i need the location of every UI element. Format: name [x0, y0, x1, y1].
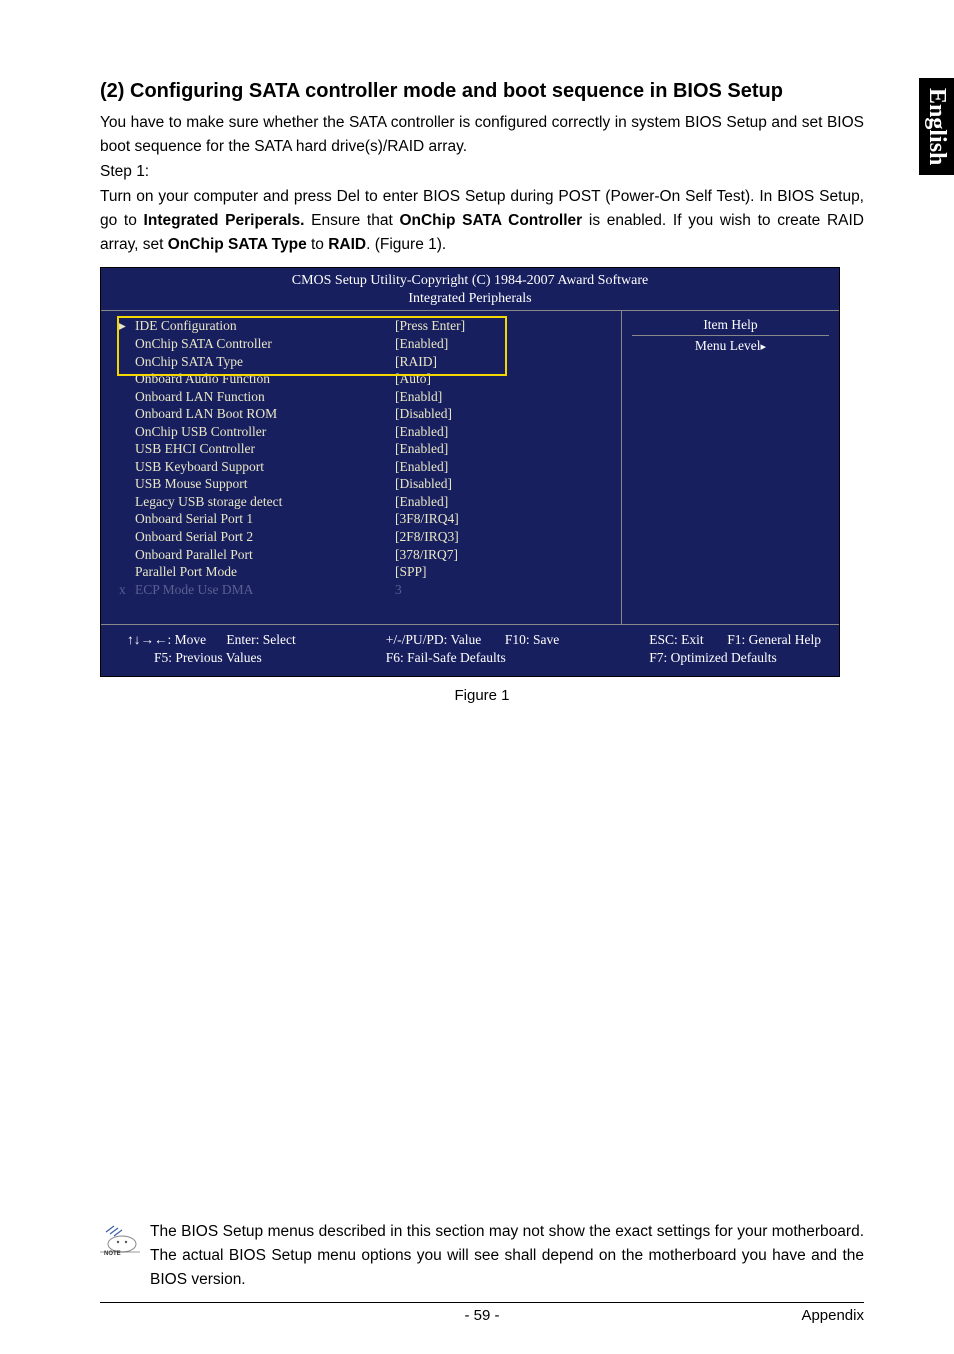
- row-value: [RAID]: [395, 353, 609, 371]
- bios-row: Onboard Parallel Port[378/IRQ7]: [119, 546, 609, 564]
- figure-1-label: Figure 1: [100, 687, 864, 704]
- row-label: Onboard Parallel Port: [135, 546, 395, 564]
- bios-row: Legacy USB storage detect[Enabled]: [119, 493, 609, 511]
- row-marker: ▸: [119, 317, 135, 335]
- text: to: [307, 236, 329, 253]
- row-marker: [119, 528, 135, 546]
- row-value: [Enabled]: [395, 423, 609, 441]
- bios-row: xECP Mode Use DMA3: [119, 581, 609, 599]
- bios-row: OnChip USB Controller[Enabled]: [119, 423, 609, 441]
- row-value: [Enabled]: [395, 493, 609, 511]
- page-footer: - 59 - Appendix: [100, 1302, 864, 1324]
- bios-row: Onboard LAN Boot ROM[Disabled]: [119, 405, 609, 423]
- row-marker: [119, 458, 135, 476]
- step-1-label: Step 1:: [100, 163, 864, 181]
- bios-title-bar: CMOS Setup Utility-Copyright (C) 1984-20…: [101, 268, 839, 311]
- row-marker: [119, 423, 135, 441]
- row-value: [Enabled]: [395, 440, 609, 458]
- row-label: OnChip SATA Controller: [135, 335, 395, 353]
- row-label: USB Mouse Support: [135, 475, 395, 493]
- row-marker: [119, 493, 135, 511]
- row-marker: x: [119, 581, 135, 599]
- bios-title-line2: Integrated Peripherals: [101, 290, 839, 308]
- bios-footer-col2: +/-/PU/PD: Value F10: Save F6: Fail-Safe…: [386, 631, 560, 667]
- bios-row: OnChip SATA Type[RAID]: [119, 353, 609, 371]
- row-value: [Press Enter]: [395, 317, 609, 335]
- row-value: 3: [395, 581, 609, 599]
- bold-onchip-sata-controller: OnChip SATA Controller: [399, 212, 582, 229]
- row-label: Onboard LAN Boot ROM: [135, 405, 395, 423]
- row-marker: [119, 510, 135, 528]
- bios-footer-col3: ESC: Exit F1: General Help F7: Optimized…: [649, 631, 821, 667]
- row-label: Onboard Serial Port 2: [135, 528, 395, 546]
- note-text: The BIOS Setup menus described in this s…: [150, 1220, 864, 1292]
- bios-title-line1: CMOS Setup Utility-Copyright (C) 1984-20…: [101, 272, 839, 290]
- bios-row: Onboard Audio Function[Auto]: [119, 370, 609, 388]
- row-label: ECP Mode Use DMA: [135, 581, 395, 599]
- row-value: [378/IRQ7]: [395, 546, 609, 564]
- row-marker: [119, 546, 135, 564]
- row-label: OnChip USB Controller: [135, 423, 395, 441]
- bold-integrated-peripherals: Integrated Periperals.: [144, 212, 305, 229]
- row-value: [SPP]: [395, 563, 609, 581]
- bios-menu-level: Menu Level▸: [632, 338, 829, 354]
- intro-paragraph-2: Turn on your computer and press Del to e…: [100, 185, 864, 257]
- row-label: OnChip SATA Type: [135, 353, 395, 371]
- row-value: [Enabled]: [395, 458, 609, 476]
- row-label: IDE Configuration: [135, 317, 395, 335]
- row-label: Legacy USB storage detect: [135, 493, 395, 511]
- note-icon: NOTE: [100, 1224, 142, 1256]
- bios-row: Onboard Serial Port 1[3F8/IRQ4]: [119, 510, 609, 528]
- row-value: [3F8/IRQ4]: [395, 510, 609, 528]
- bios-row: USB Mouse Support[Disabled]: [119, 475, 609, 493]
- intro-paragraph-1: You have to make sure whether the SATA c…: [100, 111, 864, 159]
- bios-row: OnChip SATA Controller[Enabled]: [119, 335, 609, 353]
- row-label: Parallel Port Mode: [135, 563, 395, 581]
- row-value: [Enabled]: [395, 335, 609, 353]
- bold-onchip-sata-type: OnChip SATA Type: [168, 236, 307, 253]
- bios-footer: ↑↓→←: Move Enter: Select F5: Previous Va…: [101, 625, 839, 675]
- row-marker: [119, 563, 135, 581]
- text: Ensure that: [304, 212, 399, 229]
- row-marker: [119, 353, 135, 371]
- row-value: [Auto]: [395, 370, 609, 388]
- row-marker: [119, 475, 135, 493]
- section-heading: (2) Configuring SATA controller mode and…: [100, 80, 864, 103]
- bios-settings-panel: ▸IDE Configuration[Press Enter]OnChip SA…: [101, 311, 621, 624]
- bios-help-title: Item Help: [632, 317, 829, 336]
- row-value: [2F8/IRQ3]: [395, 528, 609, 546]
- row-value: [Disabled]: [395, 405, 609, 423]
- row-marker: [119, 440, 135, 458]
- bios-screenshot: CMOS Setup Utility-Copyright (C) 1984-20…: [100, 267, 840, 677]
- bios-row: USB EHCI Controller[Enabled]: [119, 440, 609, 458]
- page-number: - 59 -: [464, 1307, 499, 1324]
- row-label: USB EHCI Controller: [135, 440, 395, 458]
- row-value: [Enabld]: [395, 388, 609, 406]
- bios-row: Parallel Port Mode[SPP]: [119, 563, 609, 581]
- row-marker: [119, 388, 135, 406]
- appendix-label: Appendix: [801, 1307, 864, 1324]
- bios-row: Onboard Serial Port 2[2F8/IRQ3]: [119, 528, 609, 546]
- row-label: Onboard LAN Function: [135, 388, 395, 406]
- bios-row: USB Keyboard Support[Enabled]: [119, 458, 609, 476]
- text: . (Figure 1).: [366, 236, 446, 253]
- row-marker: [119, 370, 135, 388]
- bios-help-panel: Item Help Menu Level▸: [621, 311, 839, 624]
- bios-row: ▸IDE Configuration[Press Enter]: [119, 317, 609, 335]
- row-label: Onboard Serial Port 1: [135, 510, 395, 528]
- note-block: NOTE The BIOS Setup menus described in t…: [100, 1220, 864, 1292]
- bold-raid: RAID: [328, 236, 366, 253]
- bios-row: Onboard LAN Function[Enabld]: [119, 388, 609, 406]
- row-value: [Disabled]: [395, 475, 609, 493]
- row-label: USB Keyboard Support: [135, 458, 395, 476]
- row-marker: [119, 405, 135, 423]
- bios-footer-col1: ↑↓→←: Move Enter: Select F5: Previous Va…: [127, 631, 296, 667]
- row-label: Onboard Audio Function: [135, 370, 395, 388]
- row-marker: [119, 335, 135, 353]
